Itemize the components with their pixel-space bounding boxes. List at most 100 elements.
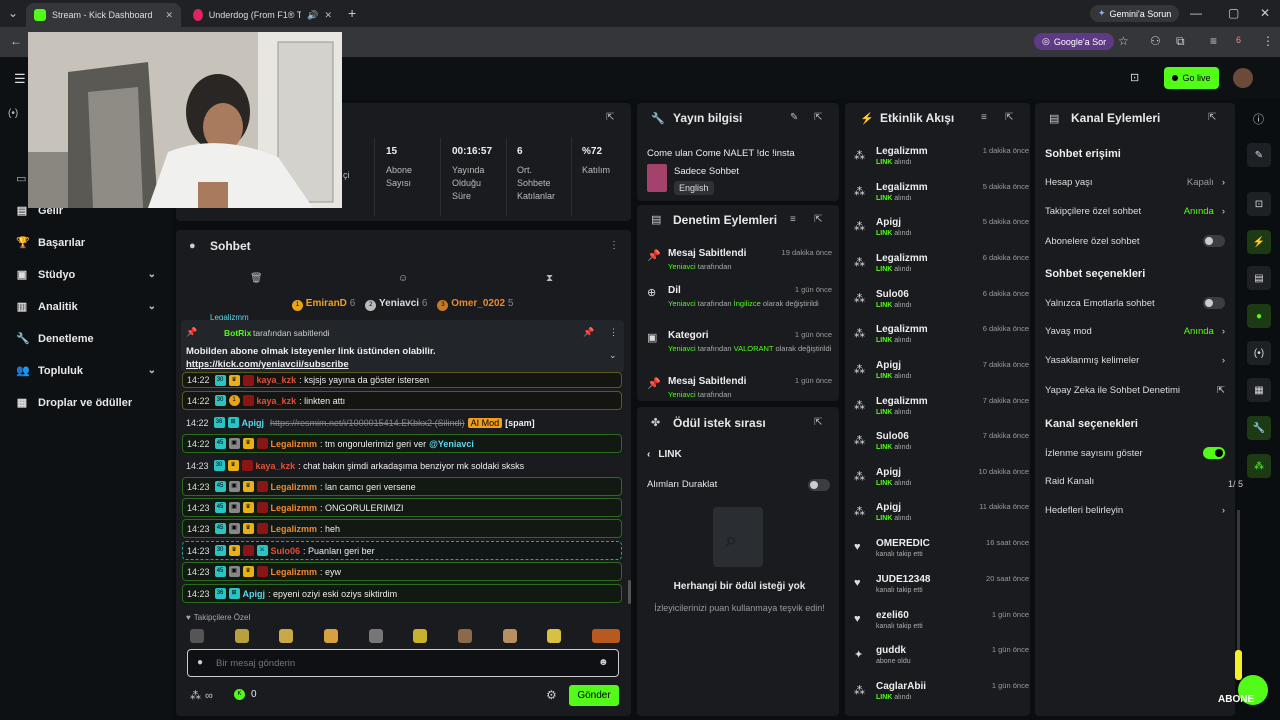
kick-points[interactable]: K 0 — [234, 689, 257, 700]
popout-icon[interactable]: ⇱ — [814, 112, 822, 123]
chat-input[interactable] — [216, 655, 576, 671]
top-chatter-3[interactable]: 3 Omer_0202 5 — [437, 298, 513, 311]
window-close-icon[interactable]: ✕ — [1260, 6, 1270, 20]
chat-input-box[interactable]: ● ☻ — [187, 649, 619, 677]
emote-icon[interactable] — [368, 629, 383, 643]
emoji-icon[interactable]: ☻ — [598, 657, 609, 668]
hourglass-icon[interactable]: ⧗ — [546, 273, 553, 284]
emote-icon[interactable] — [502, 629, 517, 643]
channel-points[interactable]: ⁂ ∞ — [190, 689, 213, 703]
chat-scrollbar[interactable] — [628, 580, 631, 604]
emote-icon[interactable] — [413, 629, 428, 643]
goals-row[interactable]: Hedefleri belirleyin › — [1045, 505, 1225, 516]
sidebar-item-topluluk[interactable]: 👥 Topluluk ⌄ — [16, 364, 156, 378]
info-icon[interactable]: ⓘ — [1253, 111, 1264, 127]
sidebar-item-studyo[interactable]: ▣ Stüdyo ⌄ — [16, 268, 156, 282]
followers-only-row[interactable]: Takipçilere özel sohbet Anında › — [1045, 206, 1225, 217]
rail-chat-button[interactable]: ● — [1247, 304, 1271, 328]
reading-list-icon[interactable]: ≡ — [1210, 34, 1217, 48]
chat-message[interactable]: 14:23 45 ▣ ♛ Legalizmm: ONGORULERIMIZI — [182, 498, 622, 517]
go-live-button[interactable]: Go live — [1164, 67, 1219, 89]
subs-only-row[interactable]: Abonelere özel sohbet — [1045, 235, 1225, 247]
emote-icon[interactable] — [323, 629, 338, 643]
close-icon[interactable]: ✕ — [165, 10, 173, 21]
back-icon[interactable]: ← — [10, 34, 22, 48]
more-options-icon[interactable]: ⋮ — [609, 327, 618, 338]
popout-icon[interactable]: ⇱ — [814, 214, 822, 225]
stream-icon[interactable]: (•) — [8, 108, 18, 119]
chat-message[interactable]: 14:22 30 1 kaya_kzk: linkten attı — [182, 391, 622, 410]
extensions-icon[interactable]: ⧉ — [1176, 34, 1185, 49]
chat-message[interactable]: 14:22 36 ⊞ Apigj https://resmim.net/i/10000… — [182, 413, 622, 432]
trash-icon[interactable]: 🗑 — [250, 273, 263, 284]
ai-mod-row[interactable]: Yapay Zeka ile Sohbet Denetimi ⇱ — [1045, 385, 1225, 396]
show-viewers-toggle[interactable] — [1203, 447, 1225, 459]
incognito-icon[interactable]: ⚇ — [1150, 34, 1161, 48]
rail-camera-button[interactable]: ⊡ — [1247, 192, 1271, 216]
chat-message[interactable]: 14:23 30 ♛ ⚔ Sulo06: Puanları geri ber — [182, 541, 622, 560]
emote-icon[interactable] — [234, 629, 249, 643]
popout-icon[interactable]: ⇱ — [814, 417, 822, 428]
tab-kick-dashboard[interactable]: Stream - Kick Dashboard ✕ — [26, 3, 181, 27]
emote-only-row[interactable]: Yalnızca Emotlarla sohbet — [1045, 297, 1225, 309]
menu-dots-icon[interactable]: ⋮ — [1262, 34, 1274, 48]
emote-icon[interactable] — [547, 629, 562, 643]
rail-edit-button[interactable]: ✎ — [1247, 143, 1271, 167]
emote-icon[interactable] — [279, 629, 294, 643]
top-chatter-1[interactable]: 1 EmiranD 6 — [292, 298, 355, 311]
emote-icon[interactable] — [591, 629, 620, 643]
chat-message[interactable]: 14:22 45 ▣ ♛ Legalizmm: tm ongorulerimizi g… — [182, 434, 622, 453]
chevron-down-icon[interactable]: ⌄ — [609, 350, 617, 361]
hamburger-menu-icon[interactable]: ☰ — [14, 71, 26, 87]
rail-lightning-button[interactable]: ⚡ — [1247, 230, 1271, 254]
gemini-button[interactable]: ✦ Gemini'a Sorun — [1090, 5, 1180, 22]
filter-icon[interactable]: ≡ — [790, 214, 796, 225]
extension-badge[interactable]: 6 — [1236, 35, 1241, 45]
chat-message[interactable]: 14:23 45 ▣ ♛ Legalizmm: lan camcı geri vers… — [182, 477, 622, 496]
settings-gear-icon[interactable]: ⚙ — [546, 688, 557, 702]
camera-icon[interactable]: ⊡ — [1130, 71, 1139, 84]
window-icon[interactable]: ▭ — [16, 172, 26, 185]
tab-underdog[interactable]: Underdog (From F1® The M 🔊 ✕ — [185, 3, 340, 27]
top-chatter-2[interactable]: 2 Yeniavci 6 — [365, 298, 427, 311]
show-viewers-row[interactable]: İzlenme sayısını göster — [1045, 447, 1225, 459]
new-tab-icon[interactable]: + — [348, 5, 356, 21]
unpin-icon[interactable]: 📌 — [583, 327, 594, 338]
pause-toggle[interactable] — [808, 479, 830, 491]
sidebar-item-basarilar[interactable]: 🏆 Başarılar — [16, 236, 156, 250]
rail-users-button[interactable]: ⁂ — [1247, 454, 1271, 478]
rail-wrench-button[interactable]: 🔧 — [1247, 416, 1271, 440]
pinned-link[interactable]: https://kick.com/yeniavcii/subscribe — [186, 359, 349, 370]
raid-row[interactable]: Raid Kanalı — [1045, 476, 1225, 487]
subs-only-toggle[interactable] — [1203, 235, 1225, 247]
sidebar-item-droplar[interactable]: ▦ Droplar ve ödüller — [16, 396, 156, 410]
edit-pencil-icon[interactable]: ✎ — [790, 112, 798, 123]
popout-icon[interactable]: ⇱ — [606, 112, 614, 123]
account-age-row[interactable]: Hesap yaşı Kapalı › — [1045, 177, 1225, 188]
chat-message[interactable]: 14:23 36 ⊞ Apigj: epyeni oziyi eski oziys … — [182, 584, 622, 603]
rewards-back-button[interactable]: ‹ LINK — [647, 449, 682, 460]
rail-stream-button[interactable]: (•) — [1247, 341, 1271, 365]
maximize-icon[interactable]: ▢ — [1228, 6, 1239, 20]
emote-only-toggle[interactable] — [1203, 297, 1225, 309]
popout-icon[interactable]: ⇱ — [1208, 112, 1216, 123]
sidebar-item-denetleme[interactable]: 🔧 Denetleme — [16, 332, 156, 346]
popout-icon[interactable]: ⇱ — [1005, 112, 1013, 123]
emote-icon[interactable] — [457, 629, 472, 643]
sidebar-item-analitik[interactable]: ▥ Analitik ⌄ — [16, 300, 156, 314]
chat-message[interactable]: 14:22 30 ♛ kaya_kzk: ksjsjs yayına da göst… — [182, 372, 622, 388]
bookmark-star-icon[interactable]: ☆ — [1118, 34, 1129, 48]
chat-message[interactable]: 14:23 30 ♛ kaya_kzk: chat bakın şimdi arka… — [182, 456, 622, 475]
chat-message[interactable]: 14:23 45 ▣ ♛ Legalizmm: eyw — [182, 562, 622, 581]
emote-icon[interactable]: ☺ — [398, 273, 408, 284]
close-icon[interactable]: ✕ — [324, 10, 332, 21]
minimize-icon[interactable]: — — [1190, 6, 1202, 20]
rail-layout-button[interactable]: ▦ — [1247, 378, 1271, 402]
avatar[interactable] — [1233, 68, 1253, 88]
emote-icon[interactable] — [190, 629, 204, 643]
speaker-icon[interactable]: 🔊 — [307, 10, 318, 21]
rail-list-button[interactable]: ▤ — [1247, 266, 1271, 290]
google-ask-button[interactable]: ◎ Google'a Sor — [1034, 33, 1115, 50]
banned-words-row[interactable]: Yasaklanmış kelimeler › — [1045, 355, 1225, 366]
send-button[interactable]: Gönder — [569, 685, 619, 706]
